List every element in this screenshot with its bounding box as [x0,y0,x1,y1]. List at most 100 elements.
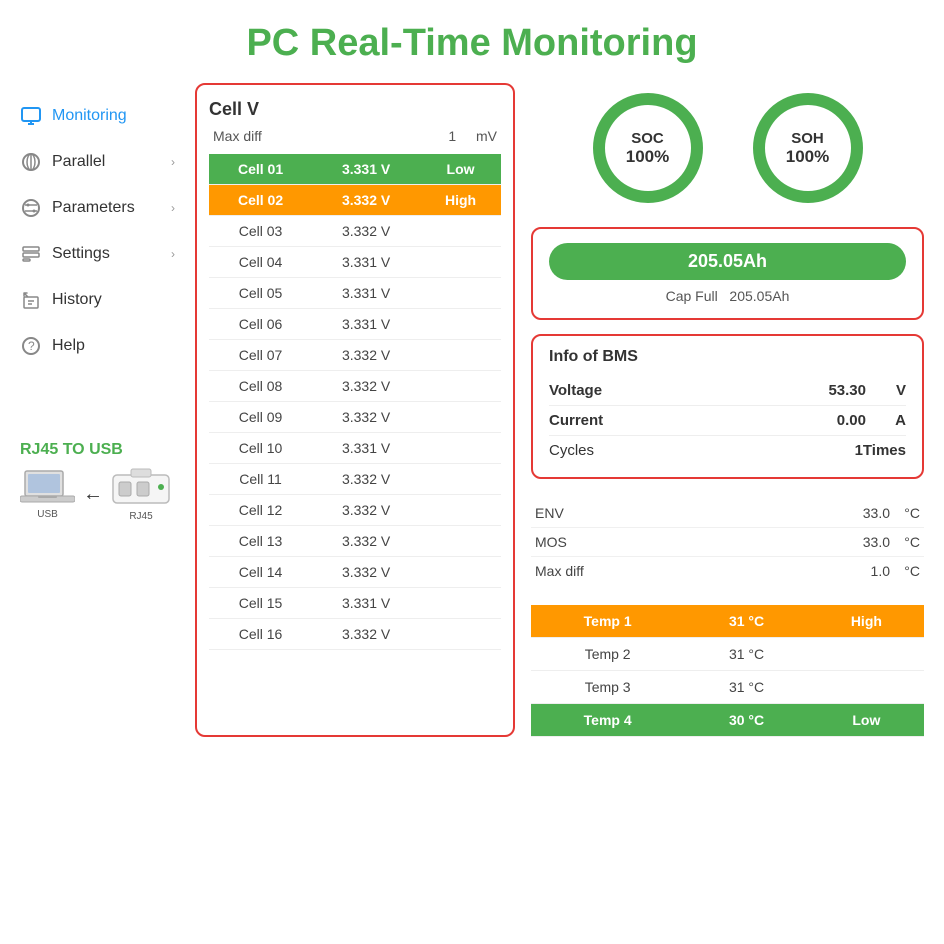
capacity-panel: 205.05Ah Cap Full 205.05Ah [531,227,924,320]
env-label: MOS [535,534,830,550]
cap-full-label: Cap Full [666,288,718,304]
cell-voltage: 3.331 V [312,278,420,309]
sidebar-item-help[interactable]: ? Help [10,323,185,369]
cell-voltage: 3.331 V [312,433,420,464]
temp-row: Temp 331 °C [531,671,924,704]
soh-ring: SOH 100% [753,93,863,203]
chevron-down-icon3: › [171,247,175,261]
cell-row: Cell 073.332 V [209,340,501,371]
rj45-section: RJ45 TO USB USB ← [10,429,185,522]
bms-row-value: 0.00 [806,412,866,429]
env-label: Max diff [535,563,830,579]
page-title: PC Real-Time Monitoring [0,0,944,83]
sidebar: Monitoring Parallel › [10,83,185,747]
temp-value: 31 °C [684,605,808,638]
cell-row: Cell 133.332 V [209,526,501,557]
cell-row: Cell 043.331 V [209,247,501,278]
soc-label: SOC [631,130,664,147]
cap-bar: 205.05Ah [549,243,906,280]
cell-voltage: 3.331 V [312,154,420,185]
main-content: Cell V Max diff 1 mV Cell 013.331 VLowCe… [185,83,934,747]
soh-value: 100% [786,147,829,167]
env-row: MOS33.0°C [531,528,924,557]
temp-table: Temp 131 °CHighTemp 231 °CTemp 331 °CTem… [531,605,924,737]
sidebar-item-history[interactable]: History [10,277,185,323]
sidebar-label-settings: Settings [52,245,110,263]
cell-row: Cell 123.332 V [209,495,501,526]
temp-value: 31 °C [684,671,808,704]
temp-value: 31 °C [684,638,808,671]
soc-container: SOC 100% [593,93,703,203]
cell-name: Cell 11 [209,464,312,495]
max-diff-value: 1 [448,128,456,144]
rj45-image: USB ← RJ45 [20,467,175,522]
sidebar-item-parallel[interactable]: Parallel › [10,139,185,185]
bms-row-unit: A [866,412,906,429]
sidebar-item-settings[interactable]: Settings › [10,231,185,277]
temp-name: Temp 1 [531,605,684,638]
cell-name: Cell 01 [209,154,312,185]
sidebar-label-parallel: Parallel [52,153,105,171]
cell-name: Cell 12 [209,495,312,526]
env-unit: °C [890,505,920,521]
cell-voltage: 3.332 V [312,402,420,433]
cap-full-value: 205.05Ah [729,288,789,304]
bms-panel: Info of BMS Voltage53.30VCurrent0.00ACyc… [531,334,924,479]
cell-name: Cell 15 [209,588,312,619]
bms-row-label: Cycles [549,442,803,459]
cell-status: Low [420,154,501,185]
settings-icon [20,243,42,265]
env-row: ENV33.0°C [531,499,924,528]
bms-row-label: Current [549,412,806,429]
sidebar-item-monitoring[interactable]: Monitoring [10,93,185,139]
temp-row: Temp 231 °C [531,638,924,671]
env-row: Max diff1.0°C [531,557,924,585]
cell-row: Cell 033.332 V [209,216,501,247]
temp-row: Temp 131 °CHigh [531,605,924,638]
svg-text:?: ? [28,339,35,353]
soh-container: SOH 100% [753,93,863,203]
rj45-title: RJ45 TO USB [20,441,175,459]
cell-voltage: 3.332 V [312,185,420,216]
rj45-label: RJ45 [129,511,152,522]
cell-name: Cell 07 [209,340,312,371]
bms-row-value: 53.30 [806,382,866,399]
chevron-down-icon: › [171,155,175,169]
cell-row: Cell 103.331 V [209,433,501,464]
cell-name: Cell 04 [209,247,312,278]
sidebar-item-parameters[interactable]: Parameters › [10,185,185,231]
arrow-left-icon: ← [83,483,103,506]
env-unit: °C [890,563,920,579]
bms-row: Voltage53.30V [549,376,906,406]
max-diff-label: Max diff [213,128,262,144]
cell-table: Cell 013.331 VLowCell 023.332 VHighCell … [209,154,501,650]
cell-row: Cell 023.332 VHigh [209,185,501,216]
circles-row: SOC 100% SOH 100% [531,83,924,213]
soc-ring: SOC 100% [593,93,703,203]
sidebar-label-history: History [52,291,102,309]
cell-voltage: 3.332 V [312,526,420,557]
soc-value: 100% [626,147,669,167]
cell-voltage: 3.332 V [312,557,420,588]
env-unit: °C [890,534,920,550]
bms-row-value: 1 [803,442,863,459]
temp-row: Temp 430 °CLow [531,704,924,737]
parameters-icon [20,197,42,219]
history-icon [20,289,42,311]
cap-full: Cap Full 205.05Ah [549,288,906,304]
cell-row: Cell 013.331 VLow [209,154,501,185]
cell-panel: Cell V Max diff 1 mV Cell 013.331 VLowCe… [195,83,515,737]
cell-row: Cell 083.332 V [209,371,501,402]
cell-voltage: 3.332 V [312,340,420,371]
sidebar-label-parameters: Parameters [52,199,135,217]
cell-voltage: 3.331 V [312,588,420,619]
sidebar-label-monitoring: Monitoring [52,107,127,125]
cell-status: High [420,185,501,216]
bms-row: Current0.00A [549,406,906,436]
env-label: ENV [535,505,830,521]
cell-panel-title: Cell V [209,99,501,120]
cell-voltage: 3.332 V [312,619,420,650]
rj45-device-icon [111,467,171,509]
right-panel: SOC 100% SOH 100% 205.05Ah Cap Full [531,83,924,737]
temp-name: Temp 2 [531,638,684,671]
